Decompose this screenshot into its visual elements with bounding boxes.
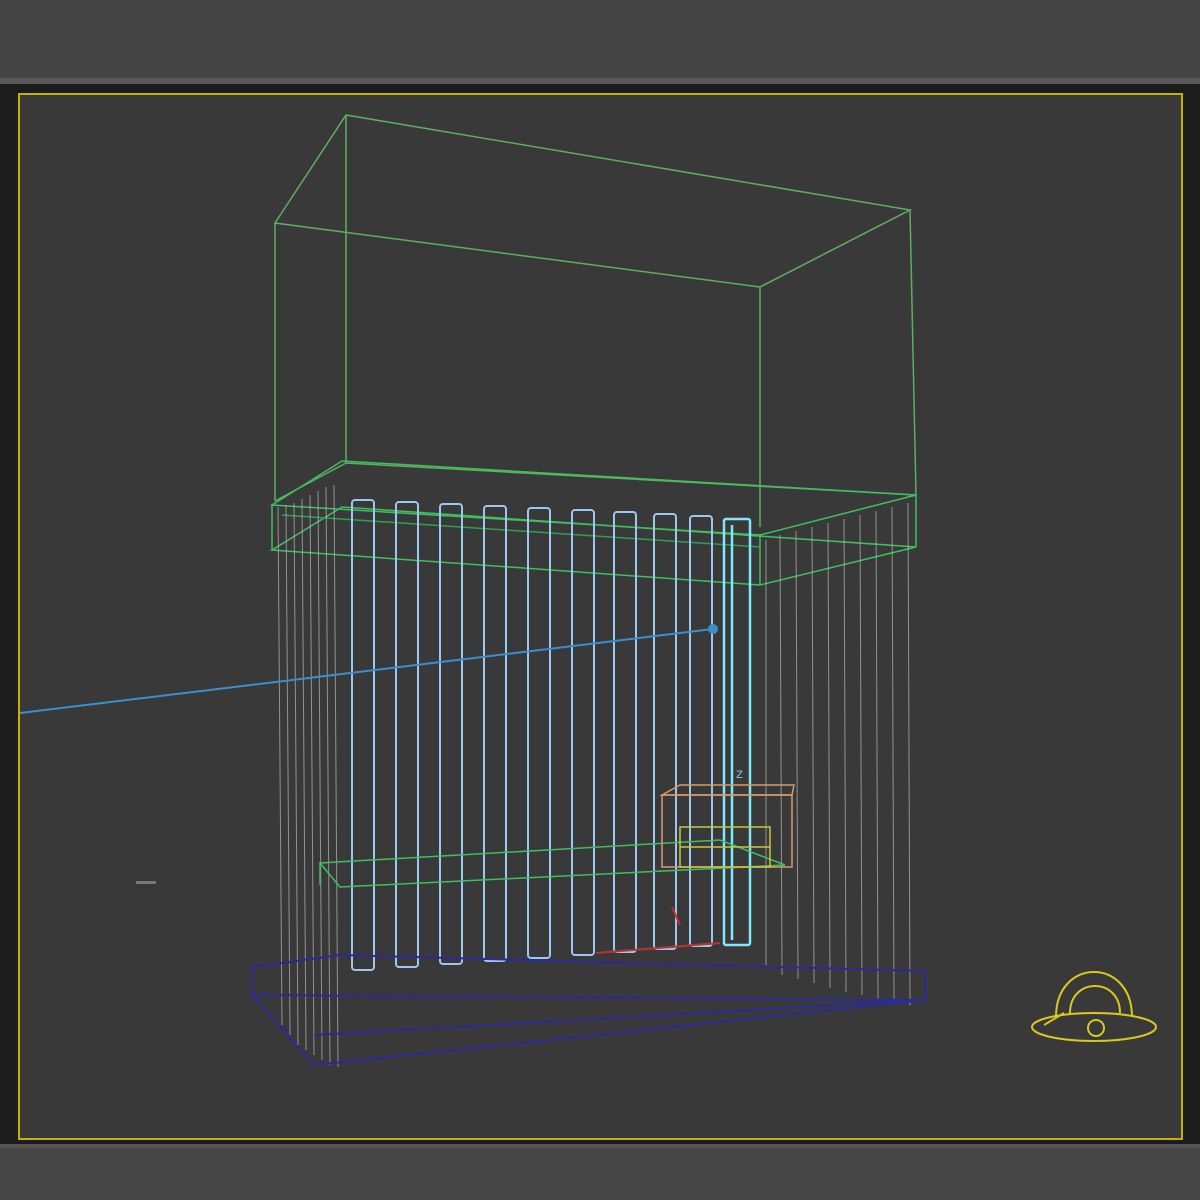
wireframe-scene[interactable]: z	[20, 95, 1183, 1140]
top-toolbar	[0, 0, 1200, 80]
control-box[interactable]	[659, 784, 795, 868]
axis-label-z: z	[736, 767, 743, 782]
target-line	[20, 624, 718, 714]
grid-marker	[136, 881, 156, 884]
status-bar	[0, 1144, 1200, 1200]
radiator-fins[interactable]	[351, 499, 713, 971]
hood-top-box[interactable]	[273, 114, 917, 527]
perspective-viewport[interactable]: z	[18, 93, 1183, 1140]
camera-helmet-icon[interactable]	[1031, 971, 1157, 1042]
base-plinth[interactable]	[251, 953, 926, 1067]
status-divider	[0, 1144, 1200, 1148]
